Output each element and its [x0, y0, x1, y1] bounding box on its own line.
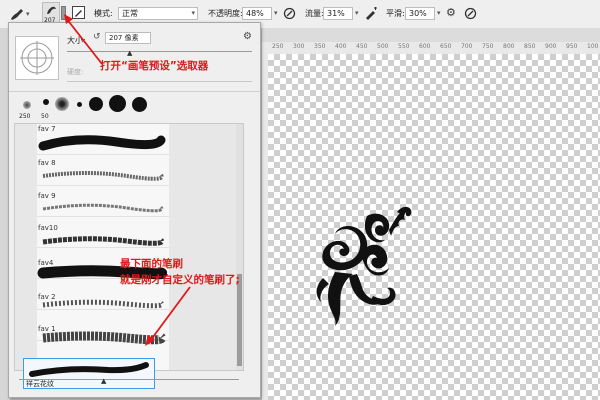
chevron-down-icon[interactable]: ▾: [26, 10, 30, 18]
preset-label: fav 8: [38, 159, 56, 167]
chevron-down-icon: ▾: [191, 9, 195, 17]
brush-tool-icon[interactable]: [9, 7, 25, 21]
smoothing-label: 平滑:: [386, 9, 405, 18]
size-input[interactable]: 207 像素: [105, 32, 151, 44]
thumbnail-size-handle[interactable]: ▲: [101, 377, 106, 385]
brush-list: fav 7 fav 8 fav 9 fav10 fav4 fav 2 fav 1: [14, 123, 244, 371]
tip-size-label: 50: [41, 113, 49, 120]
annotation-arrow: [145, 286, 191, 346]
stroke-preview: [42, 203, 164, 213]
opacity-value: 48%: [246, 9, 264, 18]
smoothing-value: 30%: [409, 9, 427, 18]
ruler-tick: 650: [440, 43, 452, 50]
ruler-tick: 950: [566, 43, 578, 50]
gear-icon[interactable]: ⚙: [243, 31, 252, 42]
selected-preset-row[interactable]: 祥云花纹: [23, 358, 155, 389]
ruler-tick: 750: [482, 43, 494, 50]
ruler-tick: 850: [524, 43, 536, 50]
tip-sample[interactable]: [43, 99, 49, 105]
pressure-opacity-icon[interactable]: [283, 7, 296, 22]
ruler-tick: 500: [377, 43, 389, 50]
chevron-down-icon[interactable]: ▾: [274, 9, 278, 17]
stroke-preview: [42, 171, 164, 181]
ruler-tick: 250: [272, 43, 284, 50]
flow-label: 流量:: [305, 9, 324, 18]
chevron-down-icon[interactable]: ▾: [437, 9, 441, 17]
pressure-size-icon[interactable]: [464, 7, 477, 22]
brush-preset-picker: 大小: ↺ 207 像素 ⚙ ▲ 硬度: 250 50 fav 7 fav 8 …: [8, 22, 261, 398]
ruler-tick: 350: [314, 43, 326, 50]
tip-sample[interactable]: [109, 95, 126, 112]
divider: [9, 91, 260, 92]
flow-field[interactable]: 31%: [323, 7, 353, 20]
tip-size-label: 250: [19, 113, 31, 120]
cloud-pattern-artwork: [316, 206, 412, 326]
ruler-tick: 450: [356, 43, 368, 50]
airbrush-icon[interactable]: [364, 7, 378, 22]
hardness-slider-track[interactable]: [67, 81, 252, 82]
stroke-preview: [42, 236, 165, 246]
tip-sample[interactable]: [132, 97, 147, 112]
annotation-bottom-line1: 最下面的笔刷: [120, 258, 183, 270]
size-value: 207 像素: [109, 34, 139, 42]
mode-value: 正常: [122, 9, 138, 18]
ruler-tick: 600: [419, 43, 431, 50]
selected-preset-label: 祥云花纹: [26, 380, 54, 388]
gear-icon[interactable]: ⚙: [446, 6, 456, 19]
opacity-label: 不透明度:: [208, 9, 243, 18]
ruler-tick: 800: [503, 43, 515, 50]
size-slider-handle[interactable]: ▲: [127, 49, 132, 57]
tip-sample[interactable]: [23, 101, 31, 109]
ruler-tick: 100: [587, 43, 599, 50]
stroke-preview: [38, 135, 166, 151]
tip-sample[interactable]: [89, 97, 103, 111]
annotation-open-picker: 打开“画笔预设”选取器: [100, 60, 209, 72]
flow-value: 31%: [327, 9, 345, 18]
ruler-tick: 900: [545, 43, 557, 50]
recent-tips-row: 250 50: [17, 95, 257, 120]
annotation-arrow: [64, 14, 103, 65]
chevron-down-icon[interactable]: ▾: [355, 9, 359, 17]
opacity-field[interactable]: 48%: [242, 7, 272, 20]
thumbnail-size-track[interactable]: [19, 379, 239, 380]
preset-label: fav 9: [38, 192, 56, 200]
scrollbar-thumb[interactable]: [237, 274, 242, 366]
brush-tip-preview: [15, 36, 59, 80]
document-tab-bar[interactable]: [262, 28, 600, 43]
mode-select[interactable]: 正常 ▾: [118, 7, 198, 20]
preset-label: fav10: [38, 224, 58, 232]
ruler-tick: 550: [398, 43, 410, 50]
tip-sample[interactable]: [55, 97, 69, 111]
tip-sample[interactable]: [77, 102, 82, 107]
ruler-tick: 300: [293, 43, 305, 50]
ruler-tick: 700: [461, 43, 473, 50]
ruler-tick: 400: [335, 43, 347, 50]
smoothing-field[interactable]: 30%: [405, 7, 435, 20]
list-scrollbar[interactable]: [236, 124, 243, 370]
stroke-preview: [29, 362, 149, 377]
